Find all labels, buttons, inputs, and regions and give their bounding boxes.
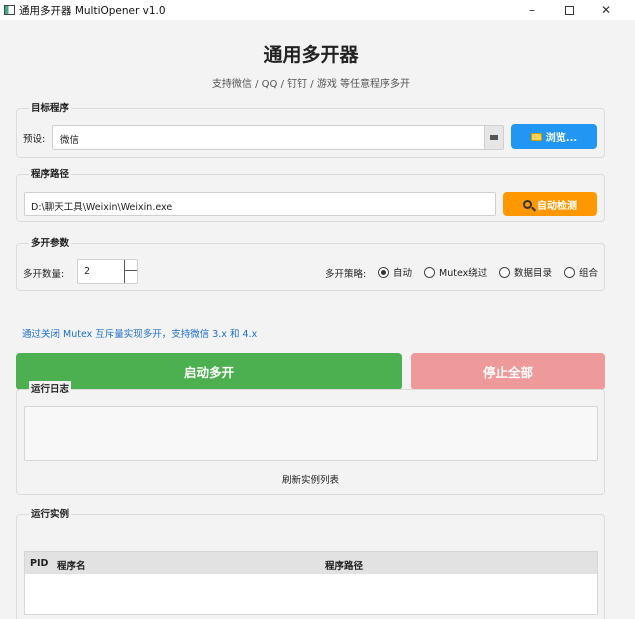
dropdown-button[interactable] — [484, 126, 503, 149]
maximize-icon — [564, 5, 574, 15]
radio-icon — [499, 266, 510, 278]
strategy-combo-label: 组合 — [579, 268, 599, 279]
minimize-button[interactable]: – — [514, 0, 550, 20]
maximize-button[interactable] — [551, 0, 587, 20]
log-textarea[interactable] — [24, 406, 598, 461]
preset-label: 预设: — [23, 134, 46, 145]
strategy-mutex-label: Mutex绕过 — [439, 268, 488, 279]
table-header: PID 程序名 程序路径 — [25, 552, 597, 574]
params-group-title: 多开参数 — [29, 235, 72, 249]
dropdown-icon — [490, 135, 498, 140]
close-icon: ✕ — [600, 3, 612, 17]
preset-select[interactable]: 微信 — [52, 125, 504, 150]
decrement-button[interactable] — [125, 271, 137, 283]
main-window: 通用多开器 支持微信 / QQ / 钉钉 / 游戏 等任意程序多开 目标程序 预… — [0, 20, 635, 619]
folder-icon — [530, 132, 542, 141]
instances-table[interactable]: PID 程序名 程序路径 — [24, 551, 598, 615]
radio-icon — [424, 266, 435, 278]
strategy-datadir-radio[interactable]: 数据目录 — [499, 265, 552, 279]
path-group-title: 程序路径 — [29, 166, 72, 180]
target-program-group: 目标程序 预设: 微信 浏览... — [16, 100, 605, 158]
search-icon — [523, 199, 532, 209]
app-icon — [4, 5, 15, 15]
auto-detect-label: 自动检测 — [537, 200, 577, 212]
radio-icon — [564, 266, 575, 278]
log-group-title: 运行日志 — [29, 381, 72, 395]
radio-selected-icon — [378, 266, 389, 278]
column-header-path[interactable]: 程序路径 — [325, 558, 363, 572]
close-button[interactable]: ✕ — [588, 0, 624, 20]
strategy-auto-label: 自动 — [393, 268, 413, 279]
strategy-combo-radio[interactable]: 组合 — [564, 265, 598, 279]
browse-button[interactable]: 浏览... — [511, 124, 597, 149]
window-titlebar: 通用多开器 MultiOpener v1.0 – ✕ — [0, 0, 635, 20]
auto-detect-button[interactable]: 自动检测 — [503, 192, 597, 216]
window-title: 通用多开器 MultiOpener v1.0 — [19, 5, 166, 17]
stop-all-button[interactable]: 停止全部 — [411, 353, 605, 390]
strategy-label: 多开策略: — [325, 269, 367, 280]
count-label: 多开数量: — [23, 269, 65, 280]
program-path-input[interactable]: D:\聊天工具\Weixin\Weixin.exe — [24, 192, 496, 216]
strategy-auto-radio[interactable]: 自动 — [378, 265, 412, 279]
start-button-label: 启动多开 — [183, 365, 234, 380]
target-group-title: 目标程序 — [29, 100, 72, 114]
count-value: 2 — [84, 266, 91, 277]
program-path-group: 程序路径 D:\聊天工具\Weixin\Weixin.exe 自动检测 — [16, 166, 605, 222]
increment-button[interactable] — [125, 260, 137, 271]
start-multi-open-button[interactable]: 启动多开 — [16, 353, 402, 390]
multi-open-params-group: 多开参数 多开数量: 2 多开策略: 自动 Mutex绕过 数据目录 组合 — [16, 235, 605, 291]
browse-button-label: 浏览... — [545, 133, 578, 144]
count-stepper[interactable]: 2 — [77, 259, 138, 284]
page-title: 通用多开器 — [263, 44, 359, 66]
instances-group-title: 运行实例 — [29, 506, 72, 520]
running-instances-group: 运行实例 PID 程序名 程序路径 — [16, 506, 605, 619]
column-header-name[interactable]: 程序名 — [57, 558, 86, 572]
refresh-instances-link[interactable]: 刷新实例列表 — [17, 472, 604, 486]
stepper-buttons — [124, 260, 137, 283]
preset-value: 微信 — [60, 135, 80, 146]
minimize-icon: – — [529, 3, 535, 17]
run-log-group: 运行日志 刷新实例列表 — [16, 381, 605, 495]
column-header-pid[interactable]: PID — [30, 558, 48, 569]
page-subtitle: 支持微信 / QQ / 钉钉 / 游戏 等任意程序多开 — [211, 79, 411, 90]
strategy-hint: 通过关闭 Mutex 互斥量实现多开，支持微信 3.x 和 4.x — [22, 329, 258, 340]
stop-button-label: 停止全部 — [482, 365, 533, 380]
program-path-value: D:\聊天工具\Weixin\Weixin.exe — [31, 202, 173, 213]
strategy-mutex-radio[interactable]: Mutex绕过 — [424, 265, 487, 279]
strategy-datadir-label: 数据目录 — [514, 268, 553, 279]
